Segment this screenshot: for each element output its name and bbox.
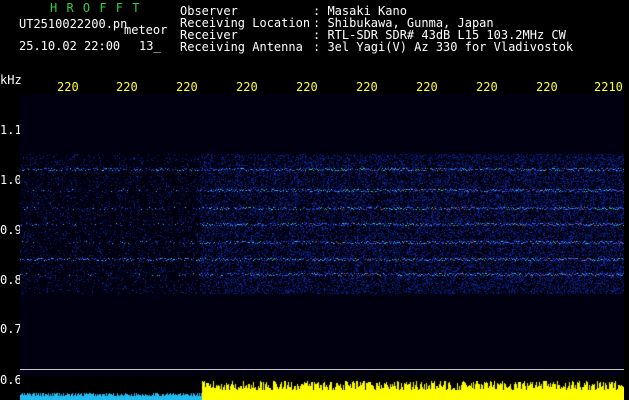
time-tick: 220 <box>236 80 258 94</box>
filename-label: UT2510022200.pn <box>19 17 128 31</box>
time-tick: 220 <box>57 80 79 94</box>
antenna-label: Receiving Antenna <box>180 40 303 54</box>
time-tick: 2210 <box>594 80 623 94</box>
freq-tick: 0.8 <box>0 273 22 287</box>
time-tick: 220 <box>356 80 378 94</box>
time-tick: 220 <box>296 80 318 94</box>
time-tick: 220 <box>536 80 558 94</box>
freq-tick: 0.6 <box>0 373 22 387</box>
time-tick: 220 <box>476 80 498 94</box>
freq-tick: 0.9 <box>0 223 22 237</box>
time-tick: 220 <box>116 80 138 94</box>
freq-tick: 1.1 <box>0 123 22 137</box>
divider-line <box>20 369 624 370</box>
time-tick: 220 <box>176 80 198 94</box>
antenna-value: : 3el Yagi(V) Az 330 for Vladivostok <box>313 40 574 54</box>
time-tick: 220 <box>416 80 438 94</box>
spectrogram-canvas <box>20 94 624 379</box>
app-title: H R O F F T <box>50 1 141 15</box>
freq-tick: 0.7 <box>0 322 22 336</box>
unit-label: kHz <box>0 73 22 87</box>
datetime-label: 25.10.02 22:00 <box>19 39 121 53</box>
freq-tick: 1.0 <box>0 173 22 187</box>
header-panel: H R O F F T UT2510022200.pn meteor 25.10… <box>0 0 629 78</box>
signal-level-bar <box>20 376 624 400</box>
mode-label: meteor <box>124 23 168 37</box>
counter-label: 13_ <box>139 39 161 53</box>
